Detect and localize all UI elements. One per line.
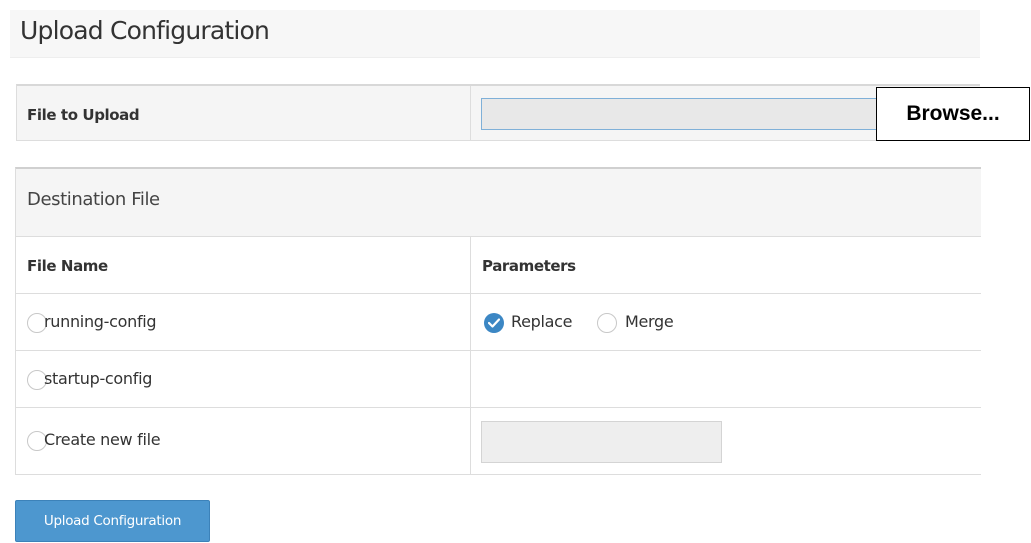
startup-config-label: startup-config bbox=[44, 369, 153, 388]
browse-button[interactable]: Browse... bbox=[876, 87, 1030, 141]
checkmark-icon bbox=[488, 318, 500, 328]
table-row: running-config Replace Merge bbox=[16, 294, 981, 351]
file-upload-row: File to Upload bbox=[16, 84, 980, 141]
column-divider bbox=[470, 86, 471, 141]
table-row: Create new file bbox=[16, 408, 981, 475]
running-config-label: running-config bbox=[44, 312, 157, 331]
destination-file-header: Destination File bbox=[16, 169, 981, 237]
file-to-upload-label: File to Upload bbox=[27, 106, 140, 124]
new-file-name-input[interactable] bbox=[481, 421, 722, 463]
file-name-header: File Name bbox=[27, 257, 108, 275]
table-row: startup-config bbox=[16, 351, 981, 408]
destination-file-panel: Destination File File Name Parameters ru… bbox=[15, 167, 981, 475]
page-title: Upload Configuration bbox=[20, 16, 270, 45]
column-divider bbox=[470, 237, 471, 475]
create-new-file-label: Create new file bbox=[44, 430, 161, 449]
merge-radio[interactable] bbox=[597, 313, 617, 333]
replace-radio[interactable] bbox=[484, 313, 504, 333]
page-header: Upload Configuration bbox=[10, 10, 980, 58]
destination-file-title: Destination File bbox=[27, 189, 160, 210]
upload-configuration-button[interactable]: Upload Configuration bbox=[15, 500, 210, 542]
table-header-row: File Name Parameters bbox=[16, 237, 981, 294]
merge-label: Merge bbox=[625, 312, 674, 331]
file-path-field[interactable] bbox=[481, 98, 881, 130]
replace-label: Replace bbox=[511, 312, 573, 331]
parameters-header: Parameters bbox=[482, 257, 576, 275]
